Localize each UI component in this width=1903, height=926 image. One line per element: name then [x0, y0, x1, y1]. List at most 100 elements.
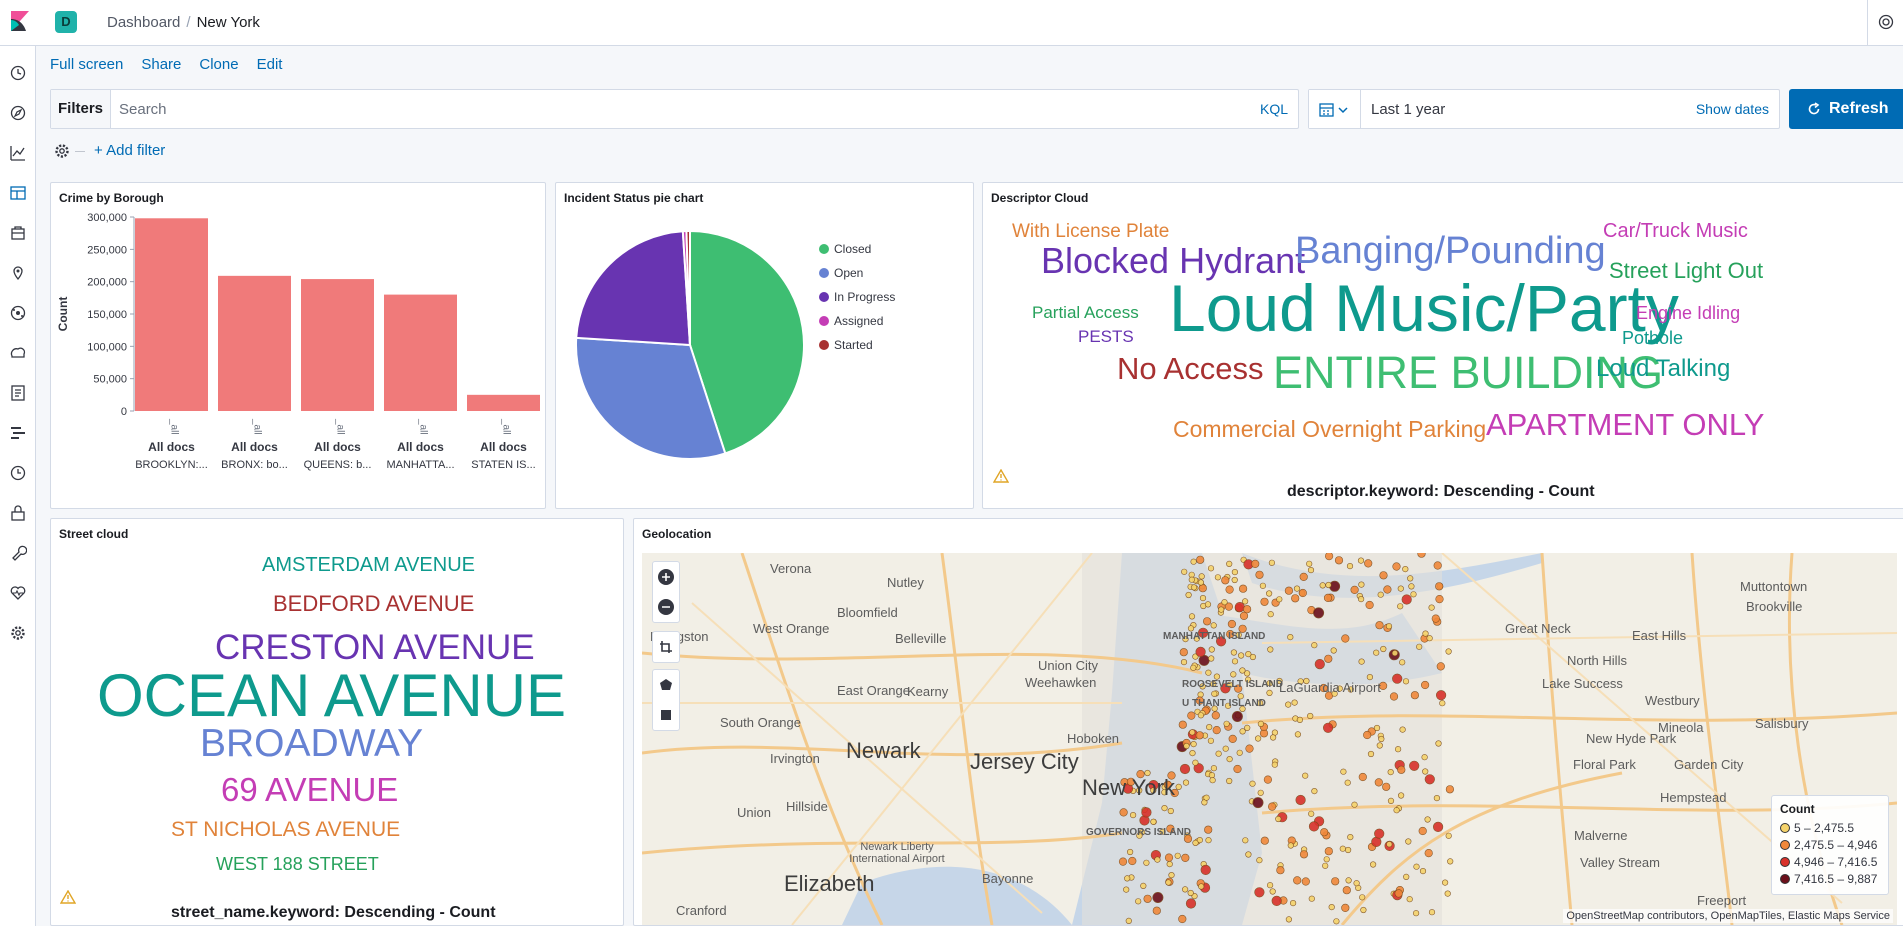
geo-point[interactable] [1387, 797, 1395, 804]
geo-point[interactable] [1178, 720, 1187, 729]
geo-point[interactable] [1432, 821, 1444, 833]
geo-point[interactable] [1445, 785, 1455, 794]
cloud-word[interactable]: BROADWAY [200, 724, 423, 763]
warning-icon[interactable] [993, 469, 1009, 483]
geo-point[interactable] [1406, 896, 1413, 903]
cloud-word[interactable]: Partial Access [1032, 304, 1139, 321]
geo-point[interactable] [1118, 857, 1128, 866]
cloud-word[interactable]: APARTMENT ONLY [1486, 409, 1765, 440]
geo-point[interactable] [1208, 772, 1216, 779]
clone-link[interactable]: Clone [199, 56, 238, 73]
geo-point[interactable] [1409, 760, 1420, 771]
geo-point[interactable] [1405, 838, 1412, 845]
geo-point[interactable] [1294, 731, 1302, 738]
geo-point[interactable] [1165, 879, 1172, 886]
geo-point[interactable] [1226, 560, 1233, 567]
filter-settings-gear-icon[interactable] [53, 142, 71, 160]
geo-point[interactable] [1392, 562, 1401, 571]
geo-point[interactable] [1260, 836, 1269, 845]
geo-point[interactable] [1168, 872, 1175, 879]
logs-icon[interactable] [9, 384, 27, 402]
geo-point[interactable] [1208, 655, 1215, 662]
geo-point[interactable] [1377, 591, 1384, 598]
geo-point[interactable] [1179, 648, 1188, 657]
geo-point[interactable] [1275, 815, 1282, 823]
cloud-word[interactable]: Banging/Pounding [1295, 232, 1606, 270]
geo-point[interactable] [1369, 861, 1377, 868]
geo-point[interactable] [1267, 802, 1277, 811]
geo-point[interactable] [1306, 560, 1313, 567]
geo-point[interactable] [1331, 877, 1340, 886]
geo-point[interactable] [1187, 889, 1194, 897]
geo-point[interactable] [1293, 876, 1302, 885]
edit-link[interactable]: Edit [257, 56, 283, 73]
geo-point[interactable] [1325, 581, 1332, 589]
geo-point[interactable] [1421, 754, 1428, 761]
geo-point[interactable] [1441, 879, 1449, 886]
geo-point[interactable] [1234, 601, 1245, 613]
geo-point[interactable] [1358, 772, 1367, 782]
geo-point[interactable] [1189, 729, 1196, 736]
geo-point[interactable] [1367, 750, 1375, 758]
geo-point[interactable] [1418, 826, 1427, 836]
geo-point[interactable] [1190, 741, 1197, 748]
geo-point[interactable] [1291, 594, 1300, 603]
geo-point[interactable] [1379, 571, 1388, 580]
bar[interactable] [301, 279, 374, 411]
geo-point[interactable] [1416, 643, 1423, 650]
geo-point[interactable] [1202, 617, 1212, 626]
geo-point[interactable] [1150, 818, 1157, 825]
geo-point[interactable] [1399, 659, 1406, 666]
geo-point[interactable] [1208, 646, 1215, 653]
geo-point[interactable] [1268, 559, 1276, 566]
geo-point[interactable] [1203, 794, 1210, 801]
maps-icon[interactable] [9, 264, 27, 282]
geo-point[interactable] [1339, 845, 1346, 852]
zoom-out-button[interactable] [653, 592, 679, 622]
geo-point[interactable] [1166, 861, 1173, 868]
geo-point[interactable] [1266, 689, 1273, 696]
geo-point[interactable] [1291, 699, 1298, 706]
geo-point[interactable] [1380, 645, 1387, 653]
geo-point[interactable] [1311, 788, 1318, 795]
cloud-word[interactable]: WEST 188 STREET [216, 855, 379, 873]
geo-point[interactable] [1143, 894, 1152, 903]
geo-point[interactable] [1313, 607, 1325, 619]
geo-point[interactable] [1374, 778, 1383, 787]
geo-point[interactable] [1350, 585, 1359, 595]
geo-point[interactable] [1424, 849, 1433, 858]
geo-point[interactable] [1397, 603, 1404, 610]
geo-point[interactable] [1167, 807, 1174, 815]
geo-point[interactable] [1204, 601, 1212, 608]
geo-point[interactable] [1230, 671, 1237, 678]
geo-point[interactable] [1140, 882, 1147, 890]
geo-point[interactable] [1265, 590, 1273, 597]
geo-point[interactable] [1212, 726, 1221, 735]
geo-point[interactable] [1330, 647, 1337, 654]
geo-point[interactable] [1255, 570, 1264, 579]
legend-label[interactable]: Open [834, 266, 863, 280]
geo-point[interactable] [1299, 572, 1308, 582]
geo-point[interactable] [1328, 904, 1335, 911]
geo-point[interactable] [1401, 594, 1412, 605]
cloud-word[interactable]: OCEAN AVENUE [97, 666, 566, 726]
geo-point[interactable] [1314, 658, 1325, 670]
kql-toggle[interactable]: KQL [1260, 101, 1288, 117]
geo-point[interactable] [1233, 764, 1242, 774]
geo-point[interactable] [1259, 582, 1267, 589]
geo-point[interactable] [1197, 691, 1204, 698]
geo-point[interactable] [1389, 692, 1399, 701]
geo-point[interactable] [1188, 576, 1195, 583]
geo-point[interactable] [1357, 595, 1365, 603]
geo-point[interactable] [1251, 559, 1260, 568]
geo-point[interactable] [1287, 842, 1294, 849]
monitoring-icon[interactable] [9, 584, 27, 602]
geo-point[interactable] [1308, 810, 1315, 817]
geo-point[interactable] [1397, 765, 1406, 774]
cloud-word[interactable]: Engine Idling [1636, 304, 1740, 322]
geo-point[interactable] [1308, 821, 1320, 832]
geo-point[interactable] [1236, 749, 1243, 756]
geo-point[interactable] [1198, 883, 1205, 890]
geo-point[interactable] [1322, 862, 1329, 869]
geo-point[interactable] [1214, 574, 1222, 581]
